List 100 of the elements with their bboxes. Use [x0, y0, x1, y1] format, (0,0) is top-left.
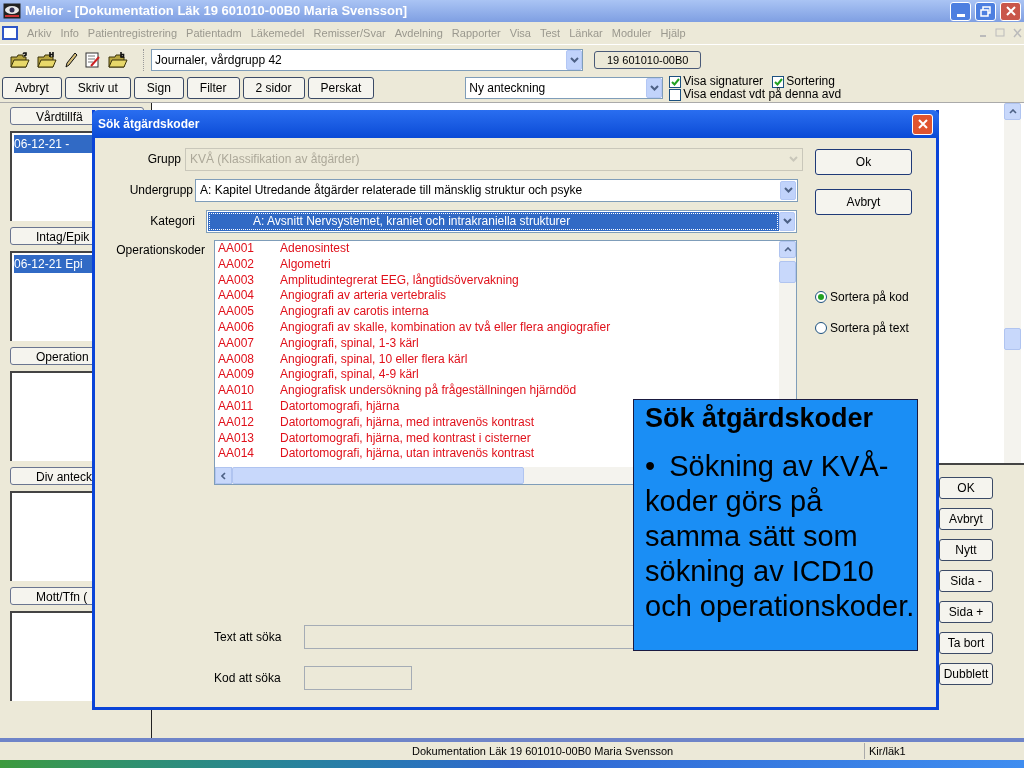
- callout-text: • Sökning av KVÅ-koder görs på samma sätt som sökning av ICD10 och operationskoder.: [645, 449, 915, 624]
- side-button[interactable]: Nytt: [939, 539, 993, 561]
- checkbox-label: Sortering: [786, 75, 835, 88]
- scrollbar-thumb[interactable]: [779, 261, 796, 283]
- checkbox[interactable]: [669, 88, 682, 101]
- note-type-dropdown[interactable]: Ny anteckning: [465, 77, 664, 99]
- close-button[interactable]: [912, 113, 933, 135]
- check-icon: [670, 77, 680, 86]
- code-row[interactable]: AA005 Angiografi av carotis interna: [218, 304, 779, 320]
- toolbar-button[interactable]: Skriv ut: [64, 77, 131, 99]
- code-row[interactable]: AA006 Angiografi av skalle, kombination av två eller flera angiografier: [218, 320, 779, 336]
- code-cell-text: AA002: [218, 256, 256, 273]
- code-row[interactable]: AA007 Angiografi, spinal, 1-3 kärl: [218, 335, 779, 352]
- code-row[interactable]: AA003 Amplitudintegrerat EEG, långtidsövervakning: [218, 272, 779, 289]
- description-cell: Amplitudintegrerat EEG, långtidsövervakning: [280, 272, 519, 289]
- dropdown-button[interactable]: [646, 78, 663, 98]
- toolbar-button[interactable]: Perskat: [307, 77, 375, 99]
- close-icon: [917, 119, 928, 129]
- description-cell: Angiografi, spinal, 10 eller flera kärl: [280, 351, 468, 368]
- description-cell: Datortomografi, hjärna, utan intravenös kontrast: [280, 446, 535, 463]
- field-label: Kod att söka: [214, 670, 282, 687]
- folder-icon[interactable]: [37, 51, 57, 68]
- dropdown-button[interactable]: [566, 49, 582, 70]
- code-cell-text: AA006: [218, 320, 256, 336]
- radio-label: Sortera på text: [830, 320, 909, 337]
- dropdown-field[interactable]: A: Avsnitt Nervsystemet, kraniet och intrakraniella strukturer: [206, 209, 797, 233]
- description-cell: Angiografi, spinal, 4-9 kärl: [280, 367, 419, 384]
- dropdown-button[interactable]: [779, 211, 795, 231]
- code-row[interactable]: AA009 Angiografi, spinal, 4-9 kärl: [218, 367, 779, 384]
- code-row[interactable]: AA010 Angiografisk undersökning på frågeställningen hjärndöd: [218, 383, 779, 399]
- pencil-icon[interactable]: [64, 51, 78, 68]
- checkbox-label: Visa signaturer: [683, 75, 764, 88]
- description-cell: Datortomografi, hjärna, med intravenös kontrast: [280, 414, 535, 431]
- field-label: Undergrupp: [128, 182, 193, 199]
- caret-icon: [788, 156, 798, 162]
- code-row[interactable]: AA008 Angiografi, spinal, 10 eller flera kärl: [218, 351, 779, 368]
- dropdown-field[interactable]: A: Kapitel Utredande åtgärder relaterade till mänsklig struktur och psyke: [195, 178, 798, 202]
- scrollbar-thumb[interactable]: [232, 467, 524, 484]
- patient-id-button[interactable]: 19 601010-00B0: [594, 50, 702, 69]
- code-cell-text: AA012: [218, 414, 256, 431]
- code-cell-text: AA001: [218, 241, 256, 257]
- side-button[interactable]: OK: [939, 477, 993, 499]
- dropdown-field: KVÅ (Klassifikation av åtgärder): [185, 147, 803, 171]
- code-cell-text: AA011: [218, 398, 255, 415]
- caret-icon: [782, 218, 792, 224]
- description-cell: Angiografi av arteria vertebralis: [280, 288, 447, 305]
- code-row[interactable]: AA004 Angiografi av arteria vertebralis: [218, 288, 779, 305]
- dropdown-button[interactable]: [780, 180, 796, 200]
- side-button[interactable]: Ta bort: [939, 632, 993, 654]
- scrollbar[interactable]: [1004, 103, 1021, 463]
- code-cell-text: AA004: [218, 288, 256, 305]
- caret-icon: [649, 85, 659, 91]
- code-cell-text: AA014: [218, 446, 256, 463]
- description-cell: Adenosintest: [280, 241, 350, 257]
- radio-label: Sortera på kod: [830, 289, 909, 306]
- status-text: Dokumentation Läk 19 601010-00B0 Maria Svensson: [412, 743, 675, 759]
- checkbox[interactable]: [772, 75, 785, 88]
- checkbox[interactable]: [669, 75, 682, 88]
- dialog-button[interactable]: Ok: [815, 149, 912, 175]
- description-cell: Datortomografi, hjärna: [280, 398, 400, 415]
- eye-logo-icon: [3, 3, 21, 19]
- folder-icon[interactable]: [10, 51, 30, 68]
- close-button[interactable]: [1000, 1, 1021, 21]
- check-icon: [773, 77, 783, 86]
- toolbar-button[interactable]: Avbryt: [2, 77, 62, 99]
- side-button[interactable]: Dubblett: [939, 663, 993, 685]
- field-label: Kategori: [149, 213, 195, 230]
- code-cell-text: AA005: [218, 304, 256, 320]
- caret-icon: [783, 187, 793, 193]
- code-cell-text: AA007: [218, 335, 256, 352]
- code-row[interactable]: AA001 Adenosintest: [218, 241, 779, 257]
- description-cell: Algometri: [280, 256, 331, 273]
- code-cell-text: AA013: [218, 430, 256, 447]
- caret-icon: [569, 56, 579, 63]
- toolbar-button[interactable]: Filter: [186, 77, 240, 99]
- description-cell: Angiografi av skalle, kombination av två eller flera angiografier: [280, 320, 611, 336]
- dialog-button[interactable]: Avbryt: [815, 189, 912, 215]
- search-field[interactable]: [304, 666, 412, 690]
- minimize-button[interactable]: [950, 1, 971, 21]
- radio-button[interactable]: [815, 291, 827, 303]
- journal-dropdown[interactable]: Journaler, vårdgrupp 42: [151, 48, 583, 71]
- code-row[interactable]: AA002 Algometri: [218, 256, 779, 273]
- folder-icon[interactable]: [108, 51, 128, 68]
- status-text: Kir/läk1: [864, 742, 906, 760]
- document-edit-icon[interactable]: [85, 51, 101, 68]
- toolbar-button[interactable]: 2 sidor: [242, 77, 305, 99]
- window-title: Melior - [Dokumentation Läk 19 601010-00B0 Maria Svensson]: [25, 2, 409, 21]
- scrollbar-thumb[interactable]: [1004, 328, 1021, 350]
- description-cell: Angiografi, spinal, 1-3 kärl: [280, 335, 419, 352]
- code-cell-text: AA010: [218, 383, 256, 399]
- restore-button[interactable]: [975, 1, 996, 21]
- callout-title: Sök åtgärdskoder: [645, 402, 875, 435]
- code-cell-text: AA003: [218, 272, 256, 289]
- checkbox-label: Visa endast vdt på denna avd: [683, 88, 842, 101]
- side-button[interactable]: Avbryt: [939, 508, 993, 530]
- side-button[interactable]: Sida -: [939, 570, 993, 592]
- side-button[interactable]: Sida +: [939, 601, 993, 623]
- toolbar-button[interactable]: Sign: [133, 77, 184, 99]
- document-icon[interactable]: [2, 26, 18, 40]
- radio-button[interactable]: [815, 322, 827, 334]
